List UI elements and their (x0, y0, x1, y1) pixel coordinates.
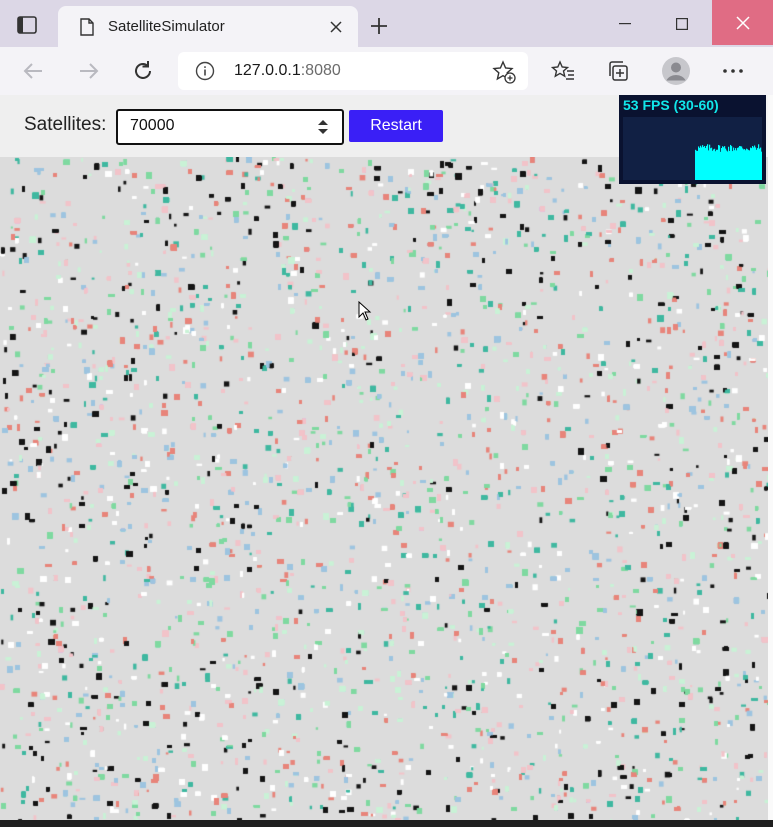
mouse-cursor-icon (358, 301, 372, 321)
satellite-canvas[interactable] (0, 157, 768, 821)
browser-toolbar: 127.0.0.1:8080 (0, 47, 773, 96)
minimize-icon[interactable] (598, 0, 652, 47)
url-text: 127.0.0.1:8080 (234, 62, 341, 80)
tab-title: SatelliteSimulator (108, 18, 225, 35)
side-strip (768, 95, 773, 827)
page-viewport: Satellites: 70000 Restart 53 FPS (30-60) (0, 95, 773, 827)
fps-text: 53 FPS (30-60) (623, 97, 719, 113)
collections-icon[interactable] (605, 58, 631, 84)
avatar-icon[interactable] (660, 55, 692, 87)
restart-button[interactable]: Restart (349, 110, 443, 142)
new-tab-icon[interactable] (366, 13, 392, 39)
maximize-icon[interactable] (655, 0, 709, 47)
browser-window: SatelliteSimulator 127.0.0.1:8080 Satell… (0, 0, 773, 827)
fps-panel: 53 FPS (30-60) (619, 95, 766, 184)
fps-bar (761, 151, 762, 180)
satellites-input[interactable]: 70000 (116, 109, 344, 145)
star-add-icon[interactable] (492, 60, 516, 84)
title-bar: SatelliteSimulator (0, 0, 773, 47)
window-bottom-edge (0, 820, 773, 827)
tab-actions-icon[interactable] (8, 10, 46, 40)
more-icon[interactable] (720, 58, 746, 84)
refresh-icon[interactable] (128, 56, 158, 86)
close-tab-icon[interactable] (326, 17, 346, 37)
info-icon[interactable] (194, 60, 216, 82)
url-port: :8080 (300, 62, 341, 79)
favorites-icon[interactable] (550, 58, 576, 84)
controls-bar: Satellites: 70000 Restart (0, 95, 620, 157)
url-host: 127.0.0.1 (234, 62, 301, 79)
fps-graph (623, 117, 762, 180)
arrow-right-icon[interactable] (74, 56, 104, 86)
browser-tab[interactable]: SatelliteSimulator (58, 6, 358, 47)
address-bar[interactable]: 127.0.0.1:8080 (178, 52, 528, 90)
spinner-icon[interactable] (316, 117, 330, 137)
close-window-icon[interactable] (712, 0, 773, 45)
simulation-area[interactable] (0, 157, 768, 821)
arrow-left-icon[interactable] (18, 56, 48, 86)
page-icon (80, 17, 94, 36)
satellites-label: Satellites: (24, 114, 107, 135)
satellites-value: 70000 (130, 117, 175, 134)
